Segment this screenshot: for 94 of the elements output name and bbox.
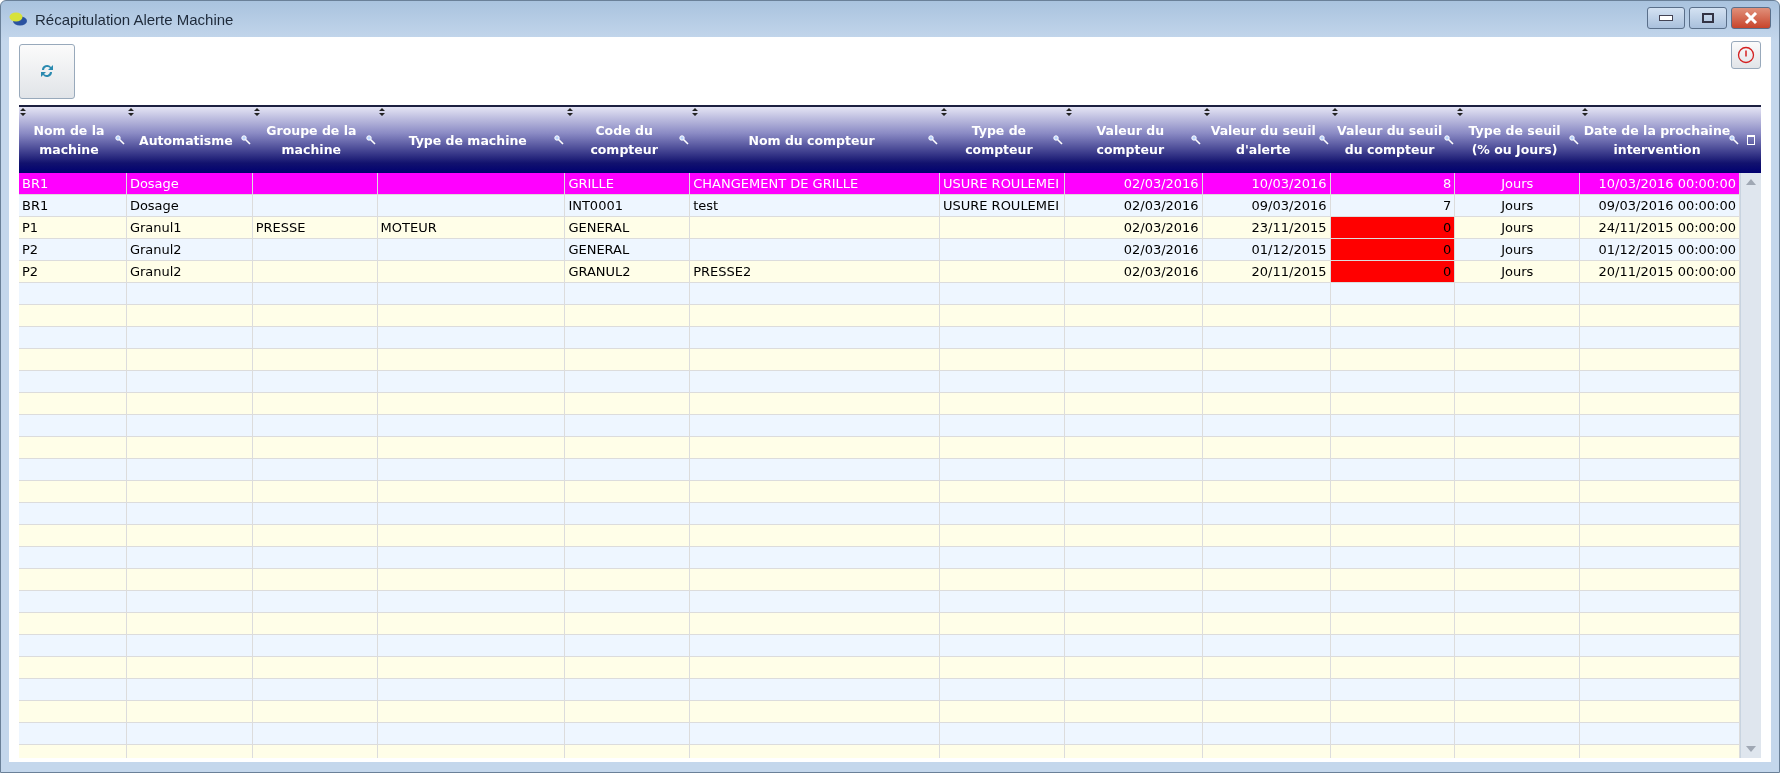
close-button[interactable] [1731,7,1771,29]
table-row[interactable]: P2 Granul2 GENERAL 02/03/2016 01/12/2015 0 Jours 01/12/2015 00:00:00 [19,239,1740,261]
table-cell: P1 [19,217,127,238]
table-cell: Jours [1455,173,1581,194]
filter-icon[interactable] [1191,135,1202,145]
table-cell: 02/03/2016 [1064,173,1203,194]
table-cell: 7 [1330,195,1456,216]
table-cell: Jours [1455,261,1581,282]
column-header[interactable]: Type de seuil (% ou Jours) [1456,107,1582,173]
sort-icon[interactable] [253,108,260,116]
table-cell: GENERAL [565,239,691,260]
column-header[interactable]: Type de compteur [940,107,1066,173]
filter-icon[interactable] [1444,135,1455,145]
minimize-button[interactable] [1647,7,1685,29]
filter-icon[interactable] [365,135,376,145]
power-icon [1737,46,1755,64]
table-cell: Jours [1455,239,1581,260]
minimize-icon [1659,15,1673,21]
filter-icon[interactable] [553,135,564,145]
table-cell: Jours [1455,217,1581,238]
maximize-icon [1702,13,1714,23]
sort-icon[interactable] [1066,108,1073,116]
table-cell: 20/11/2015 [1202,261,1331,282]
alert-cell: 0 [1330,217,1456,238]
table-row[interactable]: P1 Granul1 PRESSE MOTEUR GENERAL 02/03/2016 23/11/2015 0 Jours 24/11/2015 00:00:00 [19,217,1740,239]
filter-icon[interactable] [240,135,251,145]
filter-icon[interactable] [1569,135,1580,145]
table-cell: GRANUL2 [565,261,691,282]
table-cell: 01/12/2015 [1202,239,1331,260]
table-cell: Granul1 [126,217,253,238]
maximize-button[interactable] [1689,7,1727,29]
refresh-icon [39,63,55,79]
table-cell: P2 [19,261,127,282]
table-cell: 02/03/2016 [1064,217,1203,238]
table-cell: GENERAL [565,217,691,238]
column-header[interactable]: Nom de la machine [19,107,127,173]
sort-icon[interactable] [378,108,385,116]
sort-icon[interactable] [20,108,26,116]
table-cell: MOTEUR [377,217,566,238]
table-cell: PRESSE2 [690,261,940,282]
table-cell: Dosage [126,195,253,216]
table-cell: PRESSE [252,217,378,238]
sort-icon[interactable] [691,108,698,116]
table-cell: 09/03/2016 [1202,195,1331,216]
filter-icon[interactable] [1053,135,1064,145]
sort-icon[interactable] [1582,108,1589,116]
filter-icon[interactable] [1319,135,1330,145]
sort-icon[interactable] [1204,108,1211,116]
table-cell: BR1 [19,173,127,194]
table-cell: test [690,195,940,216]
column-header[interactable]: Nom du compteur [690,107,941,173]
column-header[interactable]: Type de machine [377,107,566,173]
table-cell: BR1 [19,195,127,216]
column-chooser-icon [1746,135,1755,145]
column-header[interactable]: Valeur du seuil d'alerte [1203,107,1332,173]
filter-icon[interactable] [928,135,939,145]
table-cell: USURE ROULEMEI [939,195,1065,216]
alert-cell: 0 [1330,261,1456,282]
alert-button[interactable] [1731,41,1761,69]
sort-icon[interactable] [941,108,948,116]
table-cell: P2 [19,239,127,260]
table-cell: 02/03/2016 [1064,261,1203,282]
window-title: Récapitulation Alerte Machine [35,10,235,28]
column-header[interactable]: Date de la prochaine intervention [1581,107,1741,173]
table-cell: 23/11/2015 [1202,217,1331,238]
table-cell: 8 [1330,173,1456,194]
table-cell: 02/03/2016 [1064,195,1203,216]
table-cell: USURE ROULEMEI [939,173,1065,194]
filter-icon[interactable] [114,135,125,145]
table-cell: 02/03/2016 [1064,239,1203,260]
sort-icon[interactable] [566,108,573,116]
sort-icon[interactable] [127,108,134,116]
filter-icon[interactable] [1728,135,1739,145]
sort-icon[interactable] [1332,108,1339,116]
app-icon [9,12,27,26]
table-cell: INT0001 [565,195,691,216]
table-cell: Jours [1455,195,1581,216]
table-row[interactable]: BR1 Dosage INT0001 test USURE ROULEMEI 02/03/2016 09/03/2016 7 Jours 09/03/2016 00:00:00 [19,195,1740,217]
filter-icon[interactable] [678,135,689,145]
column-header[interactable]: Valeur du seuil du compteur [1331,107,1457,173]
table-cell: Granul2 [126,239,253,260]
table-cell: GRILLE [565,173,691,194]
sort-icon[interactable] [1457,108,1464,116]
column-header[interactable]: Groupe de la machine [252,107,378,173]
column-header[interactable]: Code du compteur [565,107,691,173]
table-cell: 10/03/2016 [1202,173,1331,194]
table-cell: Dosage [126,173,253,194]
close-icon [1744,12,1758,24]
column-header[interactable]: Valeur du compteur [1065,107,1204,173]
table-cell: Granul2 [126,261,253,282]
table-row[interactable]: P2 Granul2 GRANUL2 PRESSE2 02/03/2016 20/11/2015 0 Jours 20/11/2015 00:00:00 [19,261,1740,283]
alert-cell: 0 [1330,239,1456,260]
table-cell: CHANGEMENT DE GRILLE [690,173,940,194]
column-header[interactable]: Automatisme [126,107,253,173]
